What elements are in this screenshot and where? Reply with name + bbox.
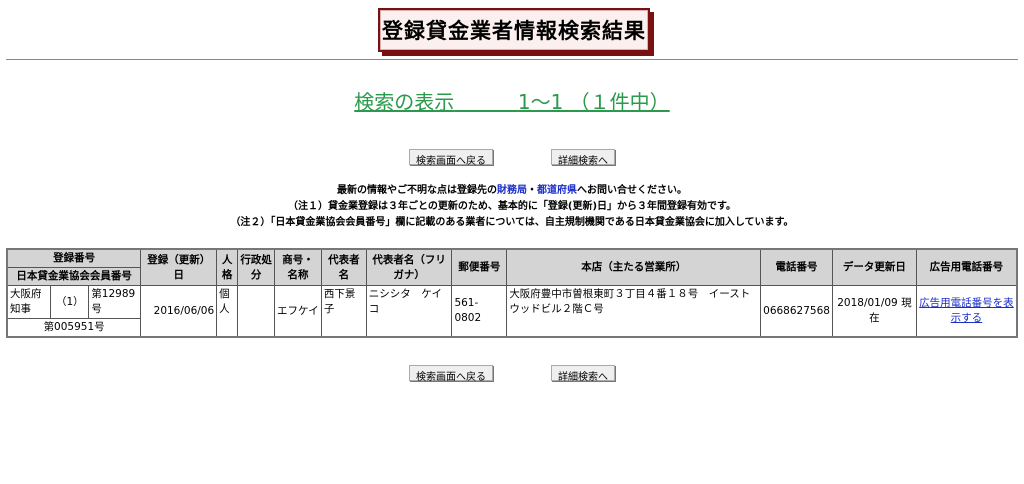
result-range: 1～1 （１件中） (517, 90, 670, 114)
cell-reg-date: 2016/06/06 (140, 285, 218, 338)
back-to-search-button-bottom[interactable]: 検索画面へ戻る (409, 365, 493, 383)
cell-member-no: 第005951号 (6, 318, 142, 338)
notes: 最新の情報やご不明な点は登録先の財務局・都道府県へお問い合せください。 （注１）… (0, 183, 1024, 231)
show-ad-phone-link[interactable]: 広告用電話番号を表示する (919, 297, 1014, 324)
col-reg-no: 登録番号 (6, 248, 142, 268)
cell-rep: 西下景子 (320, 285, 367, 338)
note-line-3: （注２）「日本貸金業協会会員番号」欄に記載のある業者については、自主規制機関であ… (230, 217, 794, 228)
result-label: 検索の表示 (354, 90, 455, 114)
col-member-no: 日本貸金業協会会員番号 (6, 267, 142, 286)
cell-number: 第12989号 (88, 285, 142, 319)
col-rep: 代表者名 (320, 248, 367, 286)
col-data-date: データ更新日 (831, 248, 917, 286)
button-row-top: 検索画面へ戻る 詳細検索へ (0, 149, 1024, 167)
table-row: 大阪府知事 （1） 第12989号 2016/06/06 個人 エフケイ 西下景… (6, 285, 1018, 338)
finance-bureau-link[interactable]: 財務局 (497, 185, 527, 196)
col-admin: 行政処分 (237, 248, 276, 286)
header-row-1: 登録番号 登録（更新）日 人格 行政処分 商号・名称 代表者名 代表者名（フリガ… (6, 248, 1018, 286)
back-to-search-button[interactable]: 検索画面へ戻る (409, 149, 493, 167)
result-summary: 検索の表示 1～1 （１件中） (0, 86, 1024, 115)
cell-person: 個人 (216, 285, 239, 338)
button-row-bottom: 検索画面へ戻る 詳細検索へ (0, 365, 1024, 383)
cell-hq: 大阪府豊中市曽根東町３丁目４番１８号 イーストウッドビル２階Ｃ号 (506, 285, 762, 338)
col-reg-date: 登録（更新）日 (140, 248, 218, 286)
col-hq: 本店（主たる営業所） (506, 248, 762, 286)
divider (6, 59, 1018, 60)
col-phone: 電話番号 (760, 248, 833, 286)
note-line-2: （注１）貸金業登録は３年ごとの更新のため、基本的に「登録(更新)日」から３年間登… (287, 201, 737, 212)
col-trade-name: 商号・名称 (274, 248, 322, 286)
cell-trade-name: エフケイ (274, 285, 322, 338)
col-rep-kana: 代表者名（フリガナ） (365, 248, 453, 286)
cell-rep-kana: ニシシタ ケイコ (365, 285, 453, 338)
results-table: 登録番号 登録（更新）日 人格 行政処分 商号・名称 代表者名 代表者名（フリガ… (6, 248, 1018, 338)
prefecture-link[interactable]: 都道府県 (537, 185, 577, 196)
col-person: 人格 (216, 248, 239, 286)
detail-search-button[interactable]: 詳細検索へ (551, 149, 615, 167)
cell-authority: 大阪府知事 (6, 285, 52, 319)
cell-renewal: （1） (50, 285, 90, 319)
page-title-box: 登録貸金業者情報検索結果 (378, 8, 650, 52)
col-postal: 郵便番号 (451, 248, 508, 286)
page-title: 登録貸金業者情報検索結果 (382, 19, 646, 43)
cell-admin (237, 285, 276, 338)
cell-postal: 561-0802 (451, 285, 508, 338)
cell-phone: 0668627568 (760, 285, 833, 338)
detail-search-button-bottom[interactable]: 詳細検索へ (551, 365, 615, 383)
col-ad-phone: 広告用電話番号 (915, 248, 1018, 286)
cell-data-date: 2018/01/09 現在 (831, 285, 917, 338)
cell-ad-phone: 広告用電話番号を表示する (915, 285, 1018, 338)
note-line-1: 最新の情報やご不明な点は登録先の財務局・都道府県へお問い合せください。 (337, 185, 687, 196)
